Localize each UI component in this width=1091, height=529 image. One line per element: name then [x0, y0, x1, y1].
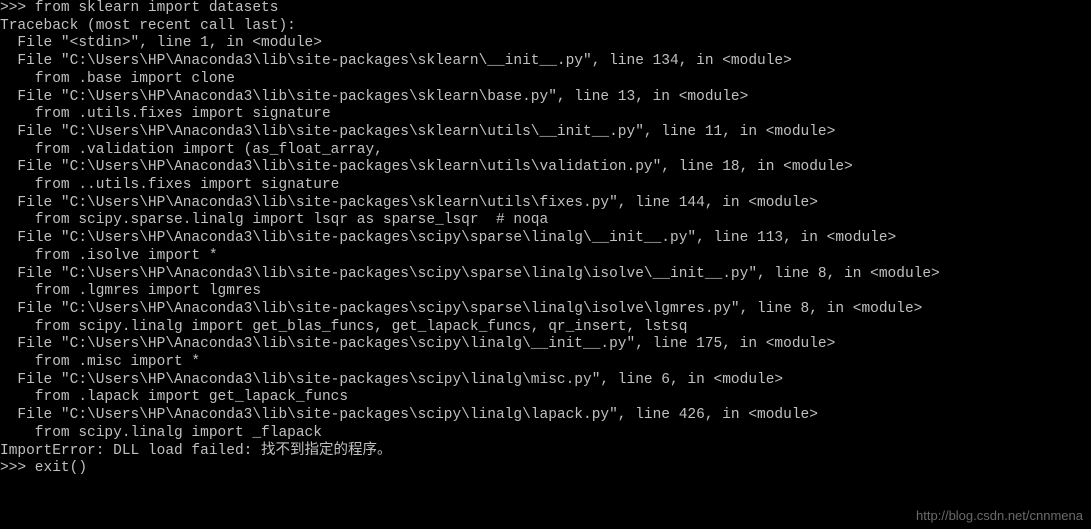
traceback-frame: File "C:\Users\HP\Anaconda3\lib\site-pac…: [0, 89, 1091, 107]
traceback-frame: File "C:\Users\HP\Anaconda3\lib\site-pac…: [0, 53, 1091, 71]
traceback-source: from .isolve import *: [0, 248, 1091, 266]
traceback-frame: File "C:\Users\HP\Anaconda3\lib\site-pac…: [0, 159, 1091, 177]
traceback-frame: File "C:\Users\HP\Anaconda3\lib\site-pac…: [0, 301, 1091, 319]
traceback-source: from .misc import *: [0, 354, 1091, 372]
traceback-source: from .lapack import get_lapack_funcs: [0, 389, 1091, 407]
traceback-frame: File "C:\Users\HP\Anaconda3\lib\site-pac…: [0, 336, 1091, 354]
traceback-frame: File "C:\Users\HP\Anaconda3\lib\site-pac…: [0, 230, 1091, 248]
traceback-source: from .base import clone: [0, 71, 1091, 89]
traceback-source: from .lgmres import lgmres: [0, 283, 1091, 301]
traceback-frame: File "<stdin>", line 1, in <module>: [0, 35, 1091, 53]
traceback-frame: File "C:\Users\HP\Anaconda3\lib\site-pac…: [0, 266, 1091, 284]
error-line: ImportError: DLL load failed: 找不到指定的程序。: [0, 443, 1091, 461]
traceback-source: from scipy.linalg import get_blas_funcs,…: [0, 319, 1091, 337]
watermark-url: http://blog.csdn.net/cnnmena: [916, 507, 1083, 525]
traceback-source: from ..utils.fixes import signature: [0, 177, 1091, 195]
traceback-frame: File "C:\Users\HP\Anaconda3\lib\site-pac…: [0, 124, 1091, 142]
traceback-source: from .validation import (as_float_array,: [0, 142, 1091, 160]
traceback-frame: File "C:\Users\HP\Anaconda3\lib\site-pac…: [0, 407, 1091, 425]
traceback-source: from scipy.linalg import _flapack: [0, 425, 1091, 443]
traceback-source: from .utils.fixes import signature: [0, 106, 1091, 124]
traceback-header: Traceback (most recent call last):: [0, 18, 1091, 36]
traceback-frame: File "C:\Users\HP\Anaconda3\lib\site-pac…: [0, 372, 1091, 390]
input-line: >>> from sklearn import datasets: [0, 0, 1091, 18]
traceback-source: from scipy.sparse.linalg import lsqr as …: [0, 212, 1091, 230]
input-line: >>> exit(): [0, 460, 1091, 478]
traceback-frame: File "C:\Users\HP\Anaconda3\lib\site-pac…: [0, 195, 1091, 213]
terminal-output[interactable]: >>> from sklearn import datasetsTracebac…: [0, 0, 1091, 478]
